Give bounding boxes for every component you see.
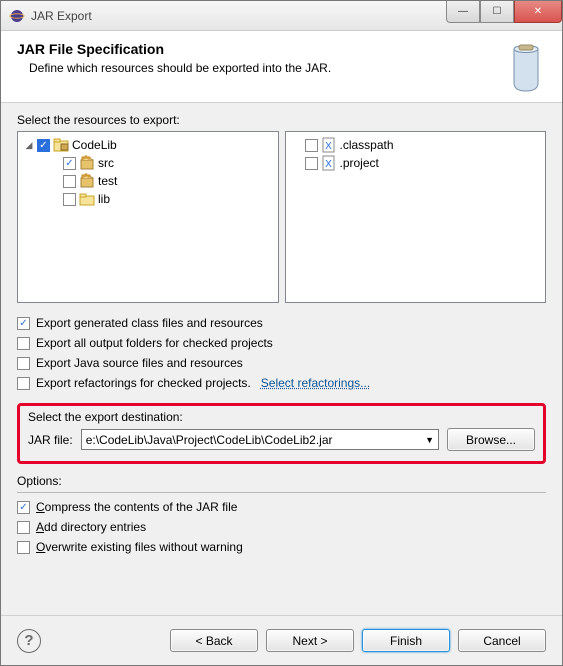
page-title: JAR File Specification: [17, 41, 546, 57]
tree-item-label: lib: [98, 192, 110, 206]
jar-icon: [496, 39, 546, 98]
resources-label: Select the resources to export:: [17, 113, 546, 127]
destination-group: Select the export destination: JAR file:…: [17, 403, 546, 464]
export-option-label: Export generated class files and resourc…: [36, 316, 263, 330]
window-title: JAR Export: [31, 9, 92, 23]
list-checkbox[interactable]: [305, 139, 318, 152]
option-checkbox[interactable]: [17, 501, 30, 514]
eclipse-icon: [9, 8, 25, 24]
export-option-label: Export all output folders for checked pr…: [36, 336, 273, 350]
option-label: Overwrite existing files without warning: [36, 540, 243, 554]
minimize-button[interactable]: —: [446, 1, 480, 23]
back-button[interactable]: < Back: [170, 629, 258, 652]
next-button[interactable]: Next >: [266, 629, 354, 652]
list-item[interactable]: X .classpath: [288, 136, 544, 154]
option-checkbox[interactable]: [17, 541, 30, 554]
maximize-button[interactable]: ☐: [480, 1, 514, 23]
options-group: Compress the contents of the JAR file Add…: [17, 492, 546, 557]
option-row: Add directory entries: [17, 517, 546, 537]
export-option-row: Export Java source files and resources: [17, 353, 546, 373]
project-icon: [53, 137, 69, 153]
tree-checkbox[interactable]: [37, 139, 50, 152]
option-row: Compress the contents of the JAR file: [17, 497, 546, 517]
tree-checkbox[interactable]: [63, 157, 76, 170]
tree-checkbox[interactable]: [63, 193, 76, 206]
content-area: Select the resources to export: ◢ CodeLib…: [1, 103, 562, 615]
wizard-header: JAR File Specification Define which reso…: [1, 31, 562, 103]
export-option-row: Export all output folders for checked pr…: [17, 333, 546, 353]
tree-item[interactable]: test: [20, 172, 276, 190]
browse-button[interactable]: Browse...: [447, 428, 535, 451]
option-checkbox[interactable]: [17, 521, 30, 534]
list-checkbox[interactable]: [305, 157, 318, 170]
destination-label: Select the export destination:: [28, 410, 535, 424]
package-icon: [79, 155, 95, 171]
file-list[interactable]: X .classpath X .project: [285, 131, 547, 303]
tree-item[interactable]: src: [20, 154, 276, 172]
export-option-row: Export refactorings for checked projects…: [17, 373, 546, 393]
select-refactorings-link[interactable]: Select refactorings...: [261, 376, 370, 390]
cancel-button[interactable]: Cancel: [458, 629, 546, 652]
jar-file-path: e:\CodeLib\Java\Project\CodeLib\CodeLib2…: [86, 433, 333, 447]
list-item-label: .project: [340, 156, 379, 170]
export-option-label: Export Java source files and resources: [36, 356, 243, 370]
tree-item[interactable]: ◢ CodeLib: [20, 136, 276, 154]
svg-text:X: X: [325, 141, 332, 152]
x-file-icon: X: [321, 155, 337, 171]
option-row: Overwrite existing files without warning: [17, 537, 546, 557]
close-button[interactable]: ✕: [514, 1, 562, 23]
jar-file-combo[interactable]: e:\CodeLib\Java\Project\CodeLib\CodeLib2…: [81, 429, 439, 450]
package-icon: [79, 173, 95, 189]
finish-button[interactable]: Finish: [362, 629, 450, 652]
tree-item-label: test: [98, 174, 117, 188]
svg-text:X: X: [325, 159, 332, 170]
wizard-footer: ? < Back Next > Finish Cancel: [1, 615, 562, 665]
chevron-down-icon: ▼: [425, 435, 434, 445]
help-button[interactable]: ?: [17, 629, 41, 653]
tree-checkbox[interactable]: [63, 175, 76, 188]
tree-item[interactable]: lib: [20, 190, 276, 208]
expander-icon[interactable]: ◢: [24, 140, 34, 150]
window-controls: — ☐ ✕: [446, 1, 562, 23]
export-option-checkbox[interactable]: [17, 317, 30, 330]
export-option-row: Export generated class files and resourc…: [17, 313, 546, 333]
resource-panes: ◢ CodeLib src test lib X .classpath X .project: [17, 131, 546, 303]
export-option-checkbox[interactable]: [17, 357, 30, 370]
export-option-label: Export refactorings for checked projects…: [36, 376, 251, 390]
export-option-checkbox[interactable]: [17, 377, 30, 390]
list-item[interactable]: X .project: [288, 154, 544, 172]
x-file-icon: X: [321, 137, 337, 153]
page-subtitle: Define which resources should be exporte…: [29, 61, 546, 75]
option-label: Compress the contents of the JAR file: [36, 500, 237, 514]
options-label: Options:: [17, 474, 546, 488]
export-option-checkbox[interactable]: [17, 337, 30, 350]
jar-file-label: JAR file:: [28, 433, 73, 447]
tree-item-label: src: [98, 156, 114, 170]
title-bar: JAR Export — ☐ ✕: [1, 1, 562, 31]
export-options: Export generated class files and resourc…: [17, 313, 546, 393]
folder-icon: [79, 191, 95, 207]
list-item-label: .classpath: [340, 138, 394, 152]
tree-item-label: CodeLib: [72, 138, 117, 152]
project-tree[interactable]: ◢ CodeLib src test lib: [17, 131, 279, 303]
option-label: Add directory entries: [36, 520, 146, 534]
